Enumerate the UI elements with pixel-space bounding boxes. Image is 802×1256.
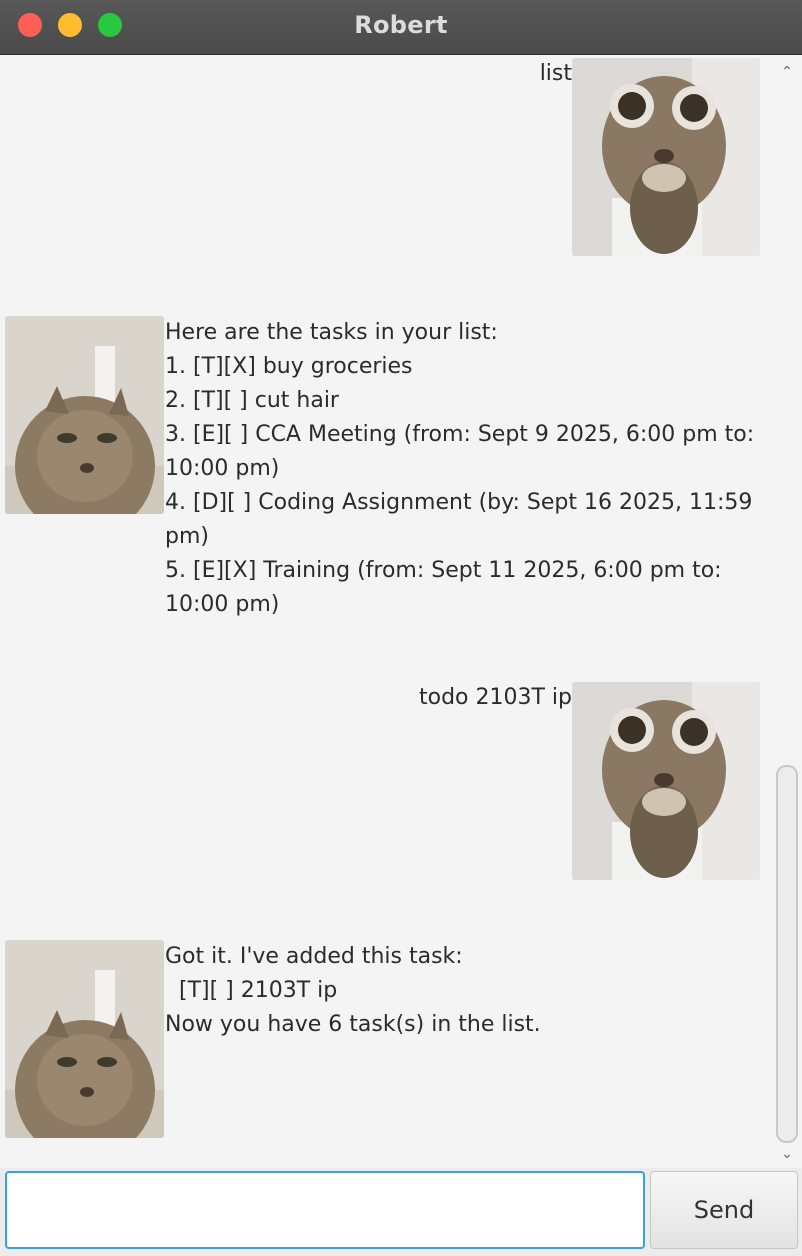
user-avatar (572, 682, 760, 880)
scroll-up-icon[interactable]: ⌃ (779, 64, 795, 80)
user-message-text: todo 2103T ip (418, 685, 572, 710)
window-title: Robert (354, 11, 448, 39)
bot-avatar (5, 316, 164, 514)
dialog-container[interactable]: list Here are the tasks in your list: 1.… (0, 55, 802, 1166)
bot-message-text: Got it. I've added this task: [T][ ] 210… (165, 944, 541, 1037)
send-button[interactable]: Send (650, 1171, 798, 1249)
title-bar: Robert (0, 0, 802, 55)
scrollbar-thumb[interactable] (776, 765, 798, 1143)
bot-avatar (5, 940, 164, 1138)
scroll-down-icon[interactable]: ⌄ (779, 1146, 795, 1162)
message-input[interactable] (5, 1171, 645, 1249)
bot-message-text: Here are the tasks in your list: 1. [T][… (165, 320, 755, 617)
user-message-text: list (539, 61, 572, 86)
user-avatar (572, 58, 760, 256)
input-bar: Send (0, 1168, 802, 1256)
vertical-scrollbar[interactable]: ⌃ ⌄ (772, 58, 802, 1168)
